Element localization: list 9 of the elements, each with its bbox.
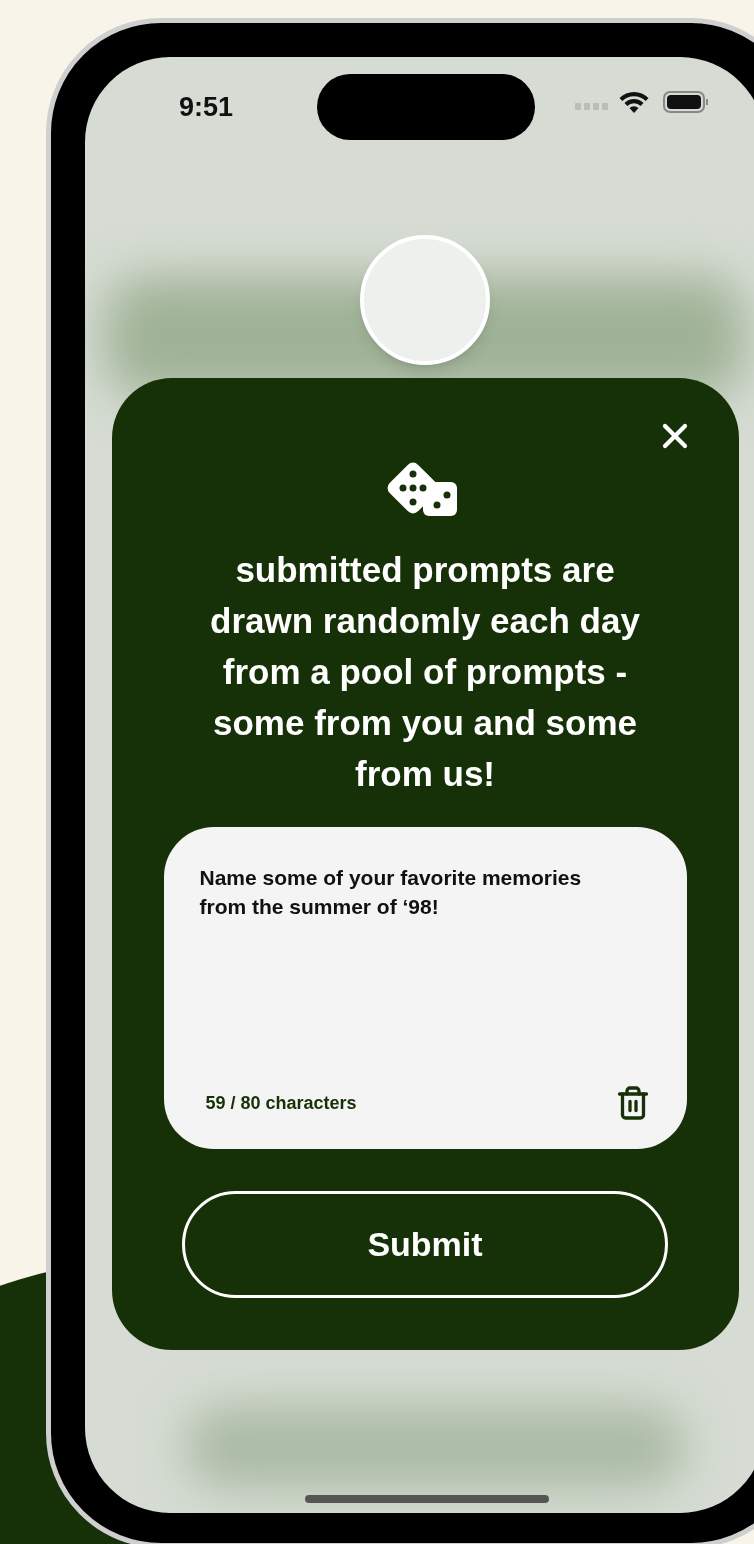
wifi-icon — [619, 91, 649, 113]
prompt-text: Name some of your favorite memories from the summer of ‘98! — [199, 865, 583, 920]
signal-icon — [575, 103, 609, 111]
status-time: 9:51 — [179, 91, 234, 124]
submit-button[interactable]: Submit — [182, 1191, 668, 1298]
modal-heading: submitted prompts are drawn randomly each day from a pool of prompts - some from you and some from us! — [209, 549, 641, 795]
battery-icon — [663, 91, 709, 113]
character-counter: 59 / 80 characters — [205, 1091, 357, 1115]
prompt-input-field[interactable]: Name some of your favorite memories from the summer of ‘98! 59 / 80 characters — [163, 827, 687, 1149]
